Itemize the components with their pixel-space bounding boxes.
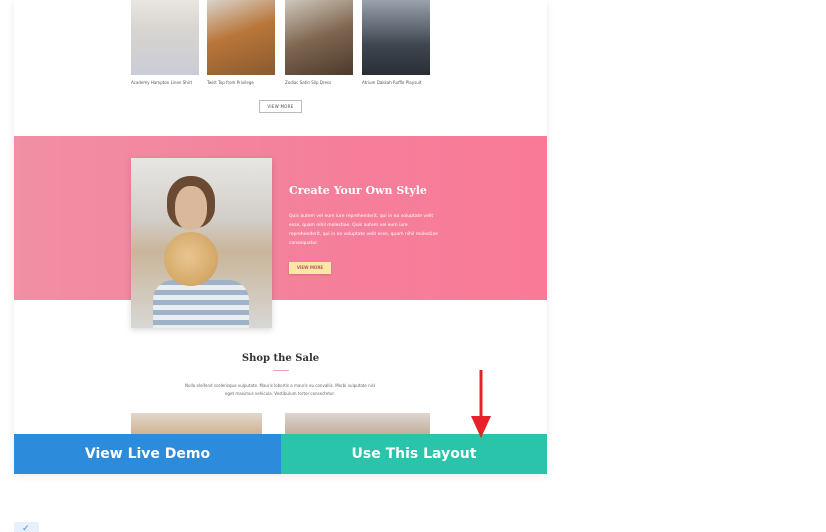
red-arrow-icon (471, 370, 491, 438)
sale-text: Nulla eleifend scelerisque vulputate. Ma… (185, 383, 375, 396)
product-card: Twist Top from Privilege (207, 0, 275, 85)
product-strip: Academy Hampton Linen Shirt Twist Top fr… (14, 0, 547, 135)
banner-text: Quis autem vel eum iure reprehenderit, q… (289, 214, 438, 246)
layout-preview-stage: Academy Hampton Linen Shirt Twist Top fr… (0, 0, 826, 532)
product-card: Zodiac Satin Slip Dress (285, 0, 353, 85)
use-this-layout-button[interactable]: Use This Layout (281, 434, 547, 474)
check-icon[interactable]: ✓ (14, 522, 39, 532)
product-caption: Atrium Dakkah Ruffle Playsuit (362, 80, 422, 85)
product-card: Academy Hampton Linen Shirt (131, 0, 199, 85)
view-more-button-products: VIEW MORE (259, 100, 302, 113)
sale-divider (273, 370, 289, 371)
sale-title: Shop the Sale (241, 353, 320, 364)
promo-banner (14, 136, 547, 300)
banner-photo-hat (164, 232, 218, 286)
product-image (131, 0, 199, 75)
product-card: Atrium Dakkah Ruffle Playsuit (362, 0, 430, 85)
product-image (207, 0, 275, 75)
view-live-demo-button[interactable]: View Live Demo (14, 434, 281, 474)
product-caption: Zodiac Satin Slip Dress (285, 80, 332, 85)
banner-title: Create Your Own Style (289, 184, 427, 197)
banner-view-more-button: VIEW MORE (289, 262, 331, 274)
product-image (362, 0, 430, 75)
product-image (285, 0, 353, 75)
banner-photo (131, 158, 272, 328)
layout-preview-card: Academy Hampton Linen Shirt Twist Top fr… (14, 0, 547, 474)
banner-photo-shirt (153, 280, 249, 328)
product-caption: Academy Hampton Linen Shirt (131, 80, 193, 85)
product-caption: Twist Top from Privilege (207, 80, 254, 85)
banner-photo-face (175, 186, 207, 230)
